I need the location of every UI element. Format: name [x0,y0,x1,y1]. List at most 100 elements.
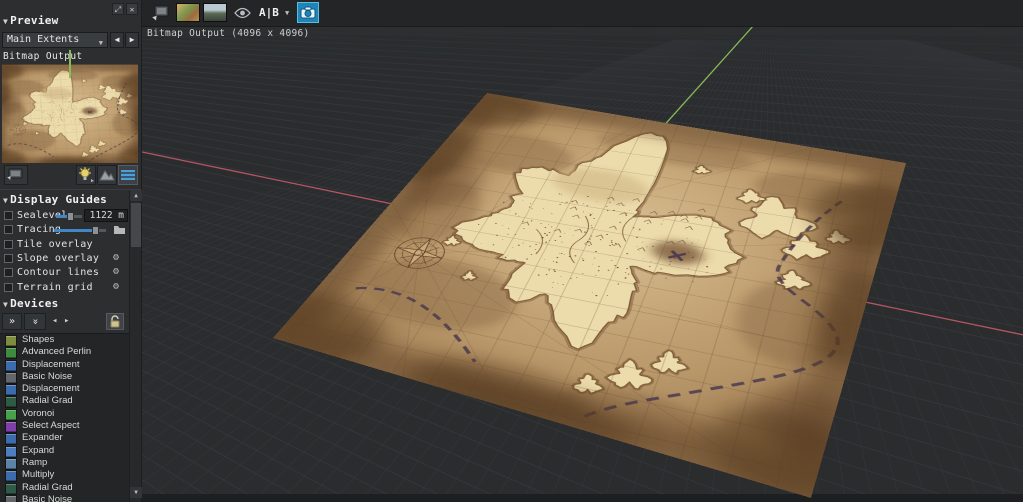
device-type-icon [5,359,17,372]
guide-row: Slope overlay ⚙ [0,252,128,266]
device-label: Basic Noise [22,370,73,382]
scroll-up-icon[interactable]: ▲ [130,190,142,201]
divider [0,189,141,190]
checkbox[interactable] [4,239,13,249]
scroll-down-icon[interactable]: ▼ [130,487,142,498]
thumbnail-green-axis [69,50,71,78]
chevron-down-icon: ▼ [285,9,290,17]
device-item[interactable]: Multiply [0,469,129,483]
device-item[interactable]: Expand [0,445,129,458]
slider-thumb[interactable] [67,212,75,221]
slider-fill [54,229,95,233]
device-item[interactable]: Voronoi [0,407,129,421]
gear-icon[interactable]: ⚙ [113,266,119,277]
device-label: Radial Grad [22,481,73,493]
prev-extent-button[interactable]: ◀ [110,32,124,48]
camera-button[interactable] [297,2,319,23]
collapse-icon: ▼ [3,196,9,205]
mountain-icon [99,170,115,181]
preview-panel: ⤢ ✕ ▼ Preview Main Extents ▼ ◀ ▶ Bitmap Ou… [0,0,142,502]
device-label: Displacement [22,358,80,370]
checkbox[interactable] [4,211,13,220]
device-item[interactable]: Displacement [0,383,129,397]
preview-output-label: Bitmap Output [3,51,83,62]
device-item[interactable]: Expander [0,432,129,446]
sealevel-value[interactable]: 1122 m [84,209,128,222]
lightbulb-icon [79,167,94,182]
prev-device-button[interactable]: ◂ [52,316,57,326]
device-item[interactable]: Ramp [0,456,129,470]
guide-label: Slope overlay [17,252,100,264]
device-label: Shapes [22,334,55,345]
folder-icon[interactable] [113,224,126,235]
devices-header[interactable]: ▼ Devices [3,297,59,310]
device-type-icon [5,371,17,384]
expand-all-button[interactable]: » [2,313,22,330]
device-type-icon [5,482,17,495]
device-type-icon [5,335,17,347]
device-item[interactable]: Basic Noise [0,494,129,502]
device-type-icon [5,445,17,458]
device-item[interactable]: Advanced Perlin [0,346,129,360]
slider-track[interactable] [54,226,106,236]
device-item[interactable]: Radial Grad [0,481,129,495]
collapse-all-button[interactable]: » [24,313,46,330]
terrain-view-button[interactable] [97,165,117,185]
device-type-icon [5,347,17,360]
next-device-button[interactable]: ▸ [64,316,69,326]
view-2d-button[interactable] [176,3,200,22]
device-icon [7,168,23,180]
checkbox[interactable] [4,282,13,292]
guide-row: Tracing [0,223,128,237]
lighting-button[interactable] [76,165,96,185]
eye-icon[interactable] [234,7,251,19]
preview-thumbnail[interactable] [2,64,138,163]
device-type-icon [5,384,17,397]
device-type-icon [5,457,17,470]
device-item[interactable]: Shapes [0,334,129,347]
device-type-icon [5,433,17,446]
checkbox[interactable] [4,225,13,235]
device-type-icon [5,494,17,502]
guide-row: Terrain grid ⚙ [0,281,128,295]
sealevel-view-button[interactable] [118,165,138,185]
viewport-3d[interactable]: A|B ▼ Bitmap Output (4096 x 4096) [141,0,1023,502]
ab-compare-button[interactable]: A|B [259,6,279,19]
viewport-status-label: Bitmap Output (4096 x 4096) [147,28,310,39]
device-item[interactable]: Radial Grad [0,395,129,409]
close-panel-icon[interactable]: ✕ [126,3,138,15]
device-label: Expander [22,432,63,444]
slider-thumb[interactable] [91,226,99,236]
extents-dropdown[interactable]: Main Extents ▼ [2,32,108,48]
sidebar-scrollbar[interactable]: ▲ ▼ [129,190,142,502]
device-label: Voronoi [22,407,55,419]
device-item[interactable]: Basic Noise [0,370,129,384]
next-extent-button[interactable]: ▶ [125,32,139,48]
preview-header[interactable]: ▼ Preview [3,14,59,27]
device-item[interactable]: Displacement [0,358,129,372]
scrollbar-thumb[interactable] [131,203,141,247]
export-device-button[interactable] [4,165,28,185]
thumbnail-map [2,65,138,163]
guide-row: Sealevel 1122 m [0,209,128,223]
checkbox[interactable] [4,253,13,263]
guide-row: Tile overlay [0,238,128,252]
device-item[interactable]: Select Aspect [0,420,129,434]
viewport-toolbar: A|B ▼ [142,0,1023,27]
device-label: Ramp [22,456,48,468]
checkbox[interactable] [4,268,13,278]
slider-track[interactable] [56,212,82,221]
device-view-icon[interactable] [151,4,171,22]
device-label: Radial Grad [22,395,73,407]
float-panel-icon[interactable]: ⤢ [112,3,124,15]
devices-toolbar: » » ◂ ▸ [0,313,129,331]
device-type-icon [5,396,17,409]
lock-button[interactable] [106,313,124,330]
display-guides-header[interactable]: ▼ Display Guides [3,193,107,206]
camera-icon [300,6,316,19]
gear-icon[interactable]: ⚙ [113,281,119,292]
gear-icon[interactable]: ⚙ [113,252,119,263]
guide-label: Contour lines [17,267,100,279]
water-lines-icon [121,170,135,180]
view-3d-button[interactable] [203,3,227,22]
